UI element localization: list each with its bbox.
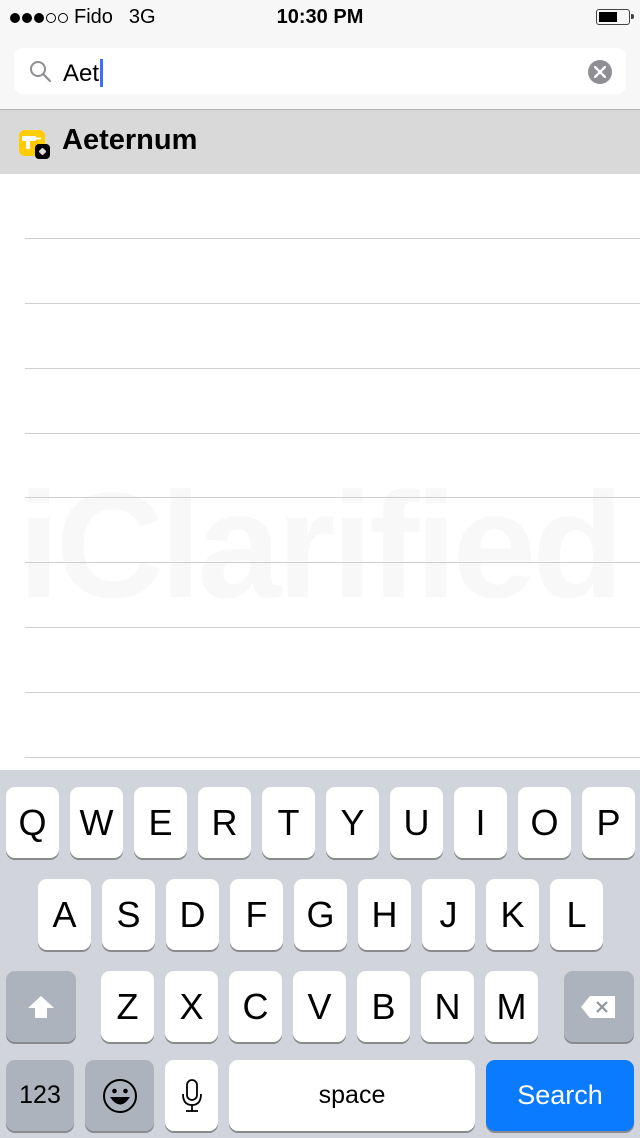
key-w[interactable]: W bbox=[70, 787, 123, 858]
key-x[interactable]: X bbox=[165, 971, 218, 1042]
key-m[interactable]: M bbox=[485, 971, 538, 1042]
delete-key[interactable] bbox=[564, 971, 634, 1042]
row-separator bbox=[25, 433, 640, 434]
key-d[interactable]: D bbox=[166, 879, 219, 950]
backspace-icon bbox=[581, 995, 615, 1018]
key-b[interactable]: B bbox=[357, 971, 410, 1042]
battery-icon bbox=[596, 9, 634, 25]
key-l[interactable]: L bbox=[550, 879, 603, 950]
emoji-smiley-icon bbox=[102, 1078, 137, 1113]
status-bar: Fido 3G 10:30 PM bbox=[0, 0, 640, 36]
search-bar: Aet bbox=[0, 36, 640, 110]
microphone-icon bbox=[181, 1078, 202, 1112]
key-n[interactable]: N bbox=[421, 971, 474, 1042]
key-t[interactable]: T bbox=[262, 787, 315, 858]
microphone-key[interactable] bbox=[165, 1060, 218, 1131]
key-z[interactable]: Z bbox=[101, 971, 154, 1042]
key-h[interactable]: H bbox=[358, 879, 411, 950]
key-g[interactable]: G bbox=[294, 879, 347, 950]
key-p[interactable]: P bbox=[582, 787, 635, 858]
row-separator bbox=[25, 497, 640, 498]
key-c[interactable]: C bbox=[229, 971, 282, 1042]
shift-icon bbox=[28, 995, 54, 1018]
key-y[interactable]: Y bbox=[326, 787, 379, 858]
row-separator bbox=[25, 303, 640, 304]
row-separator bbox=[25, 368, 640, 369]
row-separator bbox=[25, 757, 640, 758]
key-e[interactable]: E bbox=[134, 787, 187, 858]
key-s[interactable]: S bbox=[102, 879, 155, 950]
key-u[interactable]: U bbox=[390, 787, 443, 858]
space-key[interactable]: space bbox=[229, 1060, 475, 1131]
clear-icon bbox=[594, 66, 606, 78]
clock: 10:30 PM bbox=[276, 6, 364, 28]
watermark: iClarified bbox=[18, 461, 624, 629]
row-separator bbox=[25, 692, 640, 693]
clear-text-button[interactable] bbox=[588, 60, 612, 84]
key-f[interactable]: F bbox=[230, 879, 283, 950]
keyboard: QWERTYUIOP ASDFGHJKL ZXCVBNM 123 space S bbox=[0, 770, 640, 1138]
key-j[interactable]: J bbox=[422, 879, 475, 950]
key-k[interactable]: K bbox=[486, 879, 539, 950]
shift-key[interactable] bbox=[6, 971, 76, 1042]
search-input[interactable]: Aet bbox=[14, 48, 626, 94]
result-title[interactable]: Aeternum bbox=[62, 124, 197, 157]
package-badge-icon bbox=[35, 144, 50, 159]
key-i[interactable]: I bbox=[454, 787, 507, 858]
search-query-text: Aet bbox=[63, 59, 104, 87]
key-r[interactable]: R bbox=[198, 787, 251, 858]
row-separator bbox=[25, 562, 640, 563]
text-cursor bbox=[100, 59, 104, 87]
row-separator bbox=[25, 627, 640, 628]
numbers-key[interactable]: 123 bbox=[6, 1060, 74, 1131]
row-separator bbox=[25, 238, 640, 239]
search-return-key[interactable]: Search bbox=[486, 1060, 634, 1131]
key-o[interactable]: O bbox=[518, 787, 571, 858]
key-a[interactable]: A bbox=[38, 879, 91, 950]
search-icon bbox=[30, 61, 52, 83]
key-v[interactable]: V bbox=[293, 971, 346, 1042]
emoji-key[interactable] bbox=[85, 1060, 154, 1131]
key-q[interactable]: Q bbox=[6, 787, 59, 858]
